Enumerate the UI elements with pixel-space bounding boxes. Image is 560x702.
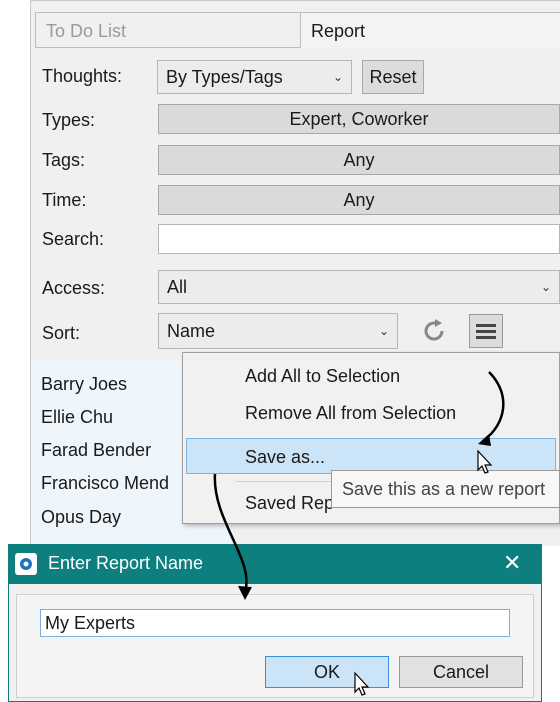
arrow-to-save-as bbox=[483, 371, 505, 442]
annotation-overlay bbox=[213, 371, 505, 696]
mouse-pointer-icon bbox=[477, 449, 493, 474]
arrow-to-dialog bbox=[213, 473, 248, 593]
mouse-pointer-icon bbox=[354, 671, 370, 696]
